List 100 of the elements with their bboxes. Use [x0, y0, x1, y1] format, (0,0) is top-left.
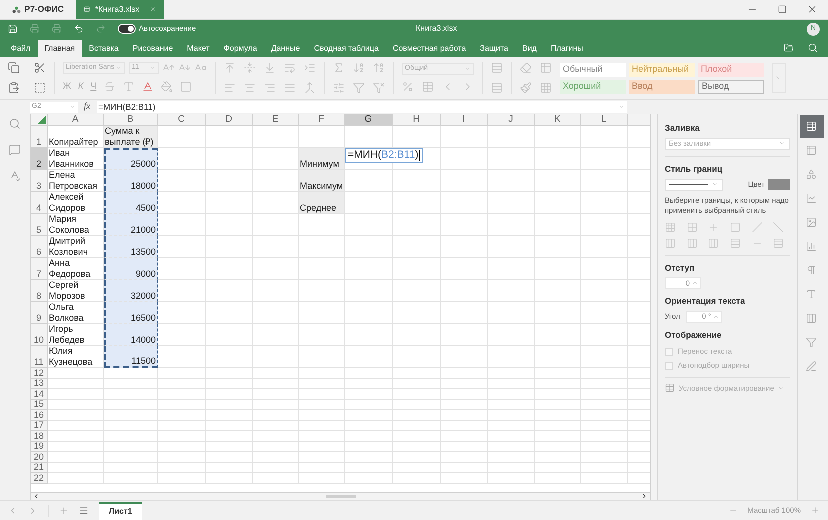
- sheet-list-icon[interactable]: [79, 506, 89, 516]
- search-icon[interactable]: [9, 118, 21, 130]
- select-icon[interactable]: [34, 82, 46, 94]
- outer-border-icon[interactable]: [730, 222, 741, 232]
- row-header[interactable]: 18: [31, 431, 48, 442]
- column-header[interactable]: D: [206, 114, 253, 125]
- column-header[interactable]: A: [48, 114, 104, 125]
- menu-tab[interactable]: Главная: [38, 40, 82, 57]
- redo-icon[interactable]: [96, 24, 106, 34]
- cell-style[interactable]: Вывод: [698, 80, 764, 94]
- filter-icon[interactable]: [806, 337, 817, 348]
- chart-icon[interactable]: [806, 193, 817, 204]
- format-painter-icon[interactable]: [520, 82, 532, 94]
- strikethrough-icon[interactable]: [104, 81, 116, 93]
- caret-icon[interactable]: [116, 65, 122, 72]
- table-template-icon[interactable]: [540, 82, 552, 94]
- row-header[interactable]: 21: [31, 462, 48, 473]
- save-icon[interactable]: [8, 24, 18, 34]
- print-icon[interactable]: [30, 24, 40, 34]
- eraser-icon[interactable]: [520, 62, 532, 74]
- sum-icon[interactable]: [333, 62, 345, 74]
- caret-icon[interactable]: [779, 140, 786, 148]
- row-header[interactable]: 6: [31, 236, 48, 258]
- row-header[interactable]: 4: [31, 192, 48, 214]
- row-header[interactable]: 10: [31, 324, 48, 346]
- cell-editor[interactable]: =МИН(B2:B11): [345, 148, 423, 163]
- paste-icon[interactable]: [8, 82, 20, 94]
- caret-icon[interactable]: [150, 65, 156, 72]
- row-header[interactable]: 9: [31, 302, 48, 324]
- left-border-icon[interactable]: [665, 238, 676, 248]
- row-header[interactable]: 14: [31, 389, 48, 400]
- diagonal-up-icon[interactable]: [752, 222, 763, 232]
- align-center-icon[interactable]: [244, 82, 256, 94]
- top-border-icon[interactable]: [730, 238, 741, 248]
- sort-ascending-icon[interactable]: [353, 62, 365, 74]
- wrap-text-icon[interactable]: [284, 62, 296, 74]
- row-header[interactable]: 15: [31, 400, 48, 410]
- color-swatch[interactable]: [768, 179, 790, 190]
- formula-field[interactable]: =МИН(B2:B11): [96, 101, 626, 113]
- column-header[interactable]: I: [441, 114, 488, 125]
- caret-icon[interactable]: [618, 104, 624, 110]
- caret-icon[interactable]: [775, 74, 783, 82]
- autosave-toggle[interactable]: [118, 24, 136, 34]
- align-left-icon[interactable]: [224, 82, 236, 94]
- add-sheet-icon[interactable]: [59, 506, 69, 516]
- column-header[interactable]: L: [581, 114, 628, 125]
- quick-print-icon[interactable]: [52, 24, 62, 34]
- text-icon[interactable]: [806, 289, 817, 300]
- row-header[interactable]: 22: [31, 473, 48, 484]
- align-bottom-icon[interactable]: [264, 62, 276, 74]
- maximize-icon[interactable]: [778, 5, 787, 14]
- row-header[interactable]: 5: [31, 214, 48, 236]
- cut-icon[interactable]: [34, 62, 46, 74]
- row-header[interactable]: 20: [31, 452, 48, 462]
- menu-tab[interactable]: Формула: [216, 40, 264, 57]
- row-header[interactable]: 12: [31, 368, 48, 378]
- menu-tab[interactable]: Сводная таблица: [307, 40, 386, 57]
- undo-icon[interactable]: [74, 24, 84, 34]
- clear-filter-icon[interactable]: [373, 82, 385, 94]
- menu-tab[interactable]: Макет: [180, 40, 217, 57]
- scroll-right-icon[interactable]: [641, 493, 648, 500]
- spellcheck-icon[interactable]: [9, 170, 21, 182]
- font-color-icon[interactable]: [142, 81, 154, 93]
- caret-icon[interactable]: [712, 181, 719, 188]
- row-header[interactable]: 1: [31, 126, 48, 148]
- menu-tab[interactable]: Файл: [4, 40, 38, 57]
- menu-tab[interactable]: Рисование: [126, 40, 180, 57]
- caret-icon[interactable]: [70, 104, 76, 110]
- row-header[interactable]: 8: [31, 280, 48, 302]
- shapes-icon[interactable]: [806, 169, 817, 180]
- comment-icon[interactable]: [9, 144, 21, 156]
- row-header[interactable]: 17: [31, 420, 48, 431]
- bar-chart-icon[interactable]: [806, 241, 817, 252]
- align-middle-icon[interactable]: [244, 62, 256, 74]
- percent-icon[interactable]: [402, 81, 414, 93]
- cell-settings-tab[interactable]: [800, 115, 824, 138]
- columns-icon[interactable]: [806, 313, 817, 324]
- column-header[interactable]: E: [253, 114, 299, 125]
- pilcrow-icon[interactable]: [806, 265, 817, 276]
- column-header[interactable]: J: [488, 114, 535, 125]
- row-header[interactable]: 13: [31, 378, 48, 389]
- column-header[interactable]: C: [158, 114, 206, 125]
- bottom-border-icon[interactable]: [773, 238, 784, 248]
- pen-icon[interactable]: [806, 361, 817, 372]
- more-styles-button[interactable]: [772, 63, 786, 93]
- search-icon[interactable]: [808, 43, 818, 53]
- menu-tab[interactable]: Вид: [516, 40, 544, 57]
- align-right-icon[interactable]: [264, 82, 276, 94]
- document-tab[interactable]: *Книга3.xlsx: [76, 0, 164, 19]
- scroll-left-icon[interactable]: [33, 493, 40, 500]
- cell-settings-icon[interactable]: [806, 121, 817, 132]
- column-header[interactable]: B: [104, 114, 158, 125]
- image-icon[interactable]: [806, 217, 817, 228]
- row-header[interactable]: 3: [31, 170, 48, 192]
- align-top-icon[interactable]: [224, 62, 236, 74]
- row-header[interactable]: 19: [31, 442, 48, 452]
- table-icon[interactable]: [806, 145, 817, 156]
- checkbox[interactable]: [665, 362, 673, 370]
- right-border-icon[interactable]: [708, 238, 720, 248]
- menu-tab[interactable]: Совместная работа: [386, 40, 474, 57]
